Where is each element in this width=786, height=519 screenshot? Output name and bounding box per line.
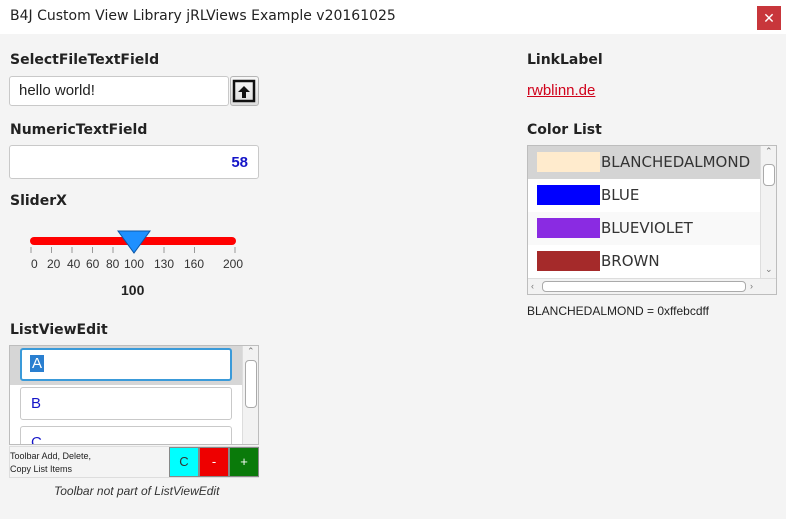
- tick-label: 60: [86, 257, 100, 271]
- list-item[interactable]: C: [20, 426, 232, 444]
- color-list-item-brown[interactable]: BROWN: [528, 245, 760, 278]
- listview-label: ListViewEdit: [10, 322, 108, 338]
- color-swatch: [537, 152, 600, 172]
- slider-value: 100: [121, 282, 145, 298]
- tick-label: 100: [124, 257, 145, 271]
- scroll-right-icon[interactable]: ›: [750, 281, 753, 291]
- slider-label: SliderX: [10, 193, 67, 209]
- list-item[interactable]: B: [20, 387, 232, 420]
- upload-icon: [232, 79, 256, 103]
- tick-label: 40: [67, 257, 81, 271]
- color-list-vscrollbar[interactable]: ⌃ ⌄: [760, 146, 776, 278]
- list-item[interactable]: A: [20, 348, 232, 381]
- title-bar: B4J Custom View Library jRLViews Example…: [0, 0, 786, 34]
- toolbar-text: Toolbar Add, Delete, Copy List Items: [10, 450, 91, 476]
- scroll-left-icon[interactable]: ‹: [531, 281, 534, 291]
- tick-label: 0: [31, 257, 38, 271]
- scroll-up-icon[interactable]: ⌃: [765, 146, 773, 157]
- scroll-up-icon[interactable]: ⌃: [247, 346, 255, 357]
- numeric-value: 58: [231, 154, 248, 171]
- link-rwblinn[interactable]: rwblinn.de: [527, 82, 595, 99]
- listview[interactable]: A B C ⌃: [9, 345, 259, 445]
- close-button[interactable]: ✕: [757, 6, 781, 30]
- tick-label: 200: [223, 257, 244, 271]
- linklabel-label: LinkLabel: [527, 52, 603, 68]
- toolbar-note: Toolbar not part of ListViewEdit: [54, 484, 220, 498]
- tick-label: 160: [184, 257, 205, 271]
- color-list-item-blue[interactable]: BLUE: [528, 179, 760, 212]
- select-file-value: hello world!: [19, 82, 95, 99]
- color-list-item-blueviolet[interactable]: BLUEVIOLET: [528, 212, 760, 245]
- color-list[interactable]: BLANCHEDALMOND BLUE BLUEVIOLET BROWN ⌃ ⌄…: [527, 145, 777, 295]
- tick-label: 20: [47, 257, 61, 271]
- numeric-input[interactable]: 58: [9, 145, 259, 179]
- scroll-thumb[interactable]: [763, 164, 775, 186]
- tick-label: 130: [154, 257, 175, 271]
- scroll-down-icon[interactable]: ⌄: [765, 264, 773, 275]
- listview-scrollbar[interactable]: ⌃: [242, 346, 258, 444]
- delete-button[interactable]: -: [199, 447, 229, 477]
- add-button[interactable]: +: [229, 447, 259, 477]
- select-file-label: SelectFileTextField: [10, 52, 160, 68]
- slider-tick-labels: 0 20 40 60 80 100 130 160 200: [0, 257, 260, 273]
- toolbar-text-line1: Toolbar Add, Delete,: [10, 451, 92, 461]
- colorlist-label: Color List: [527, 122, 602, 138]
- color-selection-text: BLANCHEDALMOND = 0xffebcdff: [527, 304, 709, 318]
- select-file-input[interactable]: hello world!: [9, 76, 229, 106]
- scroll-thumb[interactable]: [542, 281, 746, 292]
- copy-button[interactable]: C: [169, 447, 199, 477]
- toolbar-text-line2: Copy List Items: [10, 464, 73, 474]
- color-list-hscrollbar[interactable]: ‹ ›: [528, 278, 776, 294]
- numeric-label: NumericTextField: [10, 122, 148, 138]
- color-swatch: [537, 218, 600, 238]
- scroll-thumb[interactable]: [245, 360, 257, 408]
- select-file-button[interactable]: [230, 76, 259, 106]
- window-title: B4J Custom View Library jRLViews Example…: [10, 8, 396, 24]
- color-swatch: [537, 251, 600, 271]
- color-swatch: [537, 185, 600, 205]
- tick-label: 80: [106, 257, 120, 271]
- color-list-item-blanchedalmond[interactable]: BLANCHEDALMOND: [528, 146, 760, 179]
